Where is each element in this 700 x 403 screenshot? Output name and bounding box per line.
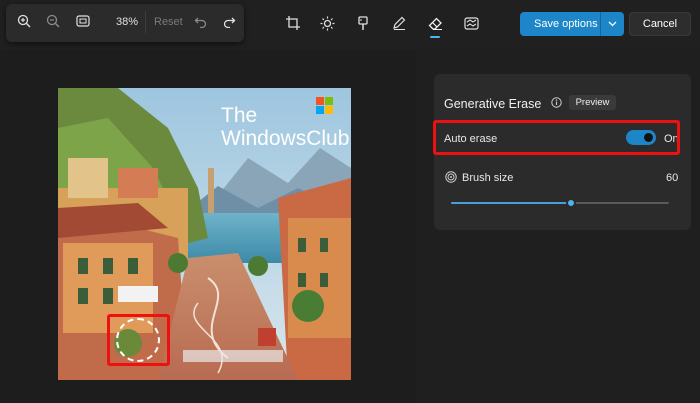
reset-button[interactable]: Reset bbox=[154, 16, 183, 28]
brush-size-slider-thumb[interactable] bbox=[566, 198, 576, 208]
brightness-icon[interactable] bbox=[318, 14, 336, 32]
chevron-down-icon[interactable] bbox=[601, 21, 624, 27]
panel-title: Generative Erase bbox=[444, 97, 542, 111]
zoom-in-icon[interactable] bbox=[16, 13, 32, 29]
markup-icon[interactable] bbox=[390, 14, 408, 32]
zoom-out-icon[interactable] bbox=[45, 13, 61, 29]
redo-icon[interactable] bbox=[221, 13, 237, 29]
background-icon[interactable] bbox=[462, 14, 480, 32]
fit-to-window-icon[interactable] bbox=[75, 13, 91, 29]
brush-size-slider-fill bbox=[451, 202, 571, 204]
erase-area-highlight bbox=[107, 314, 170, 366]
filter-icon[interactable] bbox=[354, 14, 372, 32]
brush-size-value: 60 bbox=[666, 172, 679, 184]
undo-icon[interactable] bbox=[192, 13, 208, 29]
zoom-level[interactable]: 38% bbox=[108, 16, 138, 28]
brush-size-icon bbox=[445, 171, 457, 183]
windows-logo-icon bbox=[316, 97, 333, 114]
auto-erase-highlight bbox=[433, 120, 680, 155]
save-options-button[interactable]: Save options bbox=[520, 12, 624, 36]
info-icon[interactable] bbox=[551, 97, 562, 108]
crop-icon[interactable] bbox=[284, 14, 302, 32]
preview-badge: Preview bbox=[569, 95, 616, 110]
toolbar-divider bbox=[145, 11, 146, 33]
watermark-line-2: WindowsClub bbox=[221, 127, 350, 150]
save-options-label: Save options bbox=[534, 18, 598, 30]
erase-icon[interactable] bbox=[426, 14, 444, 32]
active-tool-indicator bbox=[430, 36, 440, 38]
brush-size-label: Brush size bbox=[462, 172, 514, 184]
cancel-button[interactable]: Cancel bbox=[629, 12, 691, 36]
